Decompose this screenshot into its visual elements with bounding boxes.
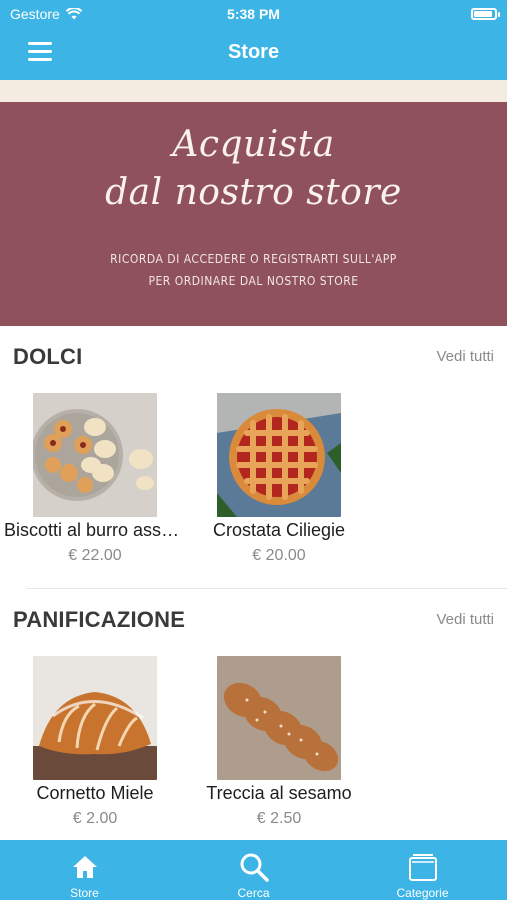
product-card[interactable]: Crostata Ciliegie € 20.00 (188, 393, 370, 565)
page-title: Store (227, 41, 280, 63)
banner-note-line1: RICORDA DI ACCEDERE O REGISTRARTI SULL'A… (110, 252, 397, 266)
product-name: Biscotti al burro asso… (4, 520, 186, 540)
tab-label: Categorie (396, 886, 449, 900)
product-price: € 2.50 (256, 810, 302, 827)
tab-cerca[interactable]: Cerca (169, 840, 338, 900)
product-price: € 20.00 (252, 547, 306, 564)
banner-note: RICORDA DI ACCEDERE O REGISTRARTI SULL'A… (0, 248, 507, 292)
section-panificazione: PANIFICAZIONE Vedi tutti Cornetto Miele … (0, 589, 507, 840)
product-image-treccia (217, 656, 341, 780)
product-card[interactable]: Biscotti al burro asso… € 22.00 (4, 393, 186, 565)
product-image-crostata (217, 393, 341, 517)
clock: 5:38 PM (227, 6, 280, 22)
banner-top-stripe (0, 80, 507, 102)
home-icon (68, 850, 102, 884)
product-card[interactable]: Treccia al sesamo € 2.50 (188, 656, 370, 828)
product-price: € 22.00 (68, 547, 122, 564)
product-price: € 2.00 (72, 810, 118, 827)
tab-categorie[interactable]: Categorie (338, 840, 507, 900)
tab-label: Cerca (237, 886, 270, 900)
product-name: Treccia al sesamo (206, 783, 352, 803)
top-bar: Gestore 5:38 PM Store (0, 0, 507, 80)
banner-note-line2: PER ORDINARE DAL NOSTRO STORE (148, 274, 359, 288)
section-title: DOLCI (13, 344, 83, 369)
nav-bar: Store (0, 28, 507, 80)
battery-icon (471, 8, 500, 20)
search-icon (237, 850, 271, 884)
categories-icon (406, 850, 440, 884)
section-title: PANIFICAZIONE (13, 607, 186, 632)
banner-headline-line2: dal nostro store (105, 172, 402, 213)
product-name: Crostata Ciliegie (212, 520, 346, 540)
product-image-biscotti (33, 393, 157, 517)
store-banner: Acquista dal nostro store RICORDA DI ACC… (0, 102, 507, 326)
banner-headline-line1: Acquista (172, 124, 335, 165)
tab-label: Store (70, 886, 99, 900)
product-name: Cornetto Miele (36, 783, 154, 803)
section-dolci: DOLCI Vedi tutti Biscotti al burro asso…… (0, 326, 507, 589)
product-image-cornetto (33, 656, 157, 780)
tab-store[interactable]: Store (0, 840, 169, 900)
product-card[interactable]: Cornetto Miele € 2.00 (4, 656, 186, 828)
see-all-link[interactable]: Vedi tutti (436, 611, 494, 628)
tab-bar: Store Cerca Categorie (0, 840, 507, 900)
status-bar: Gestore 5:38 PM (0, 0, 507, 28)
see-all-link[interactable]: Vedi tutti (436, 348, 494, 365)
